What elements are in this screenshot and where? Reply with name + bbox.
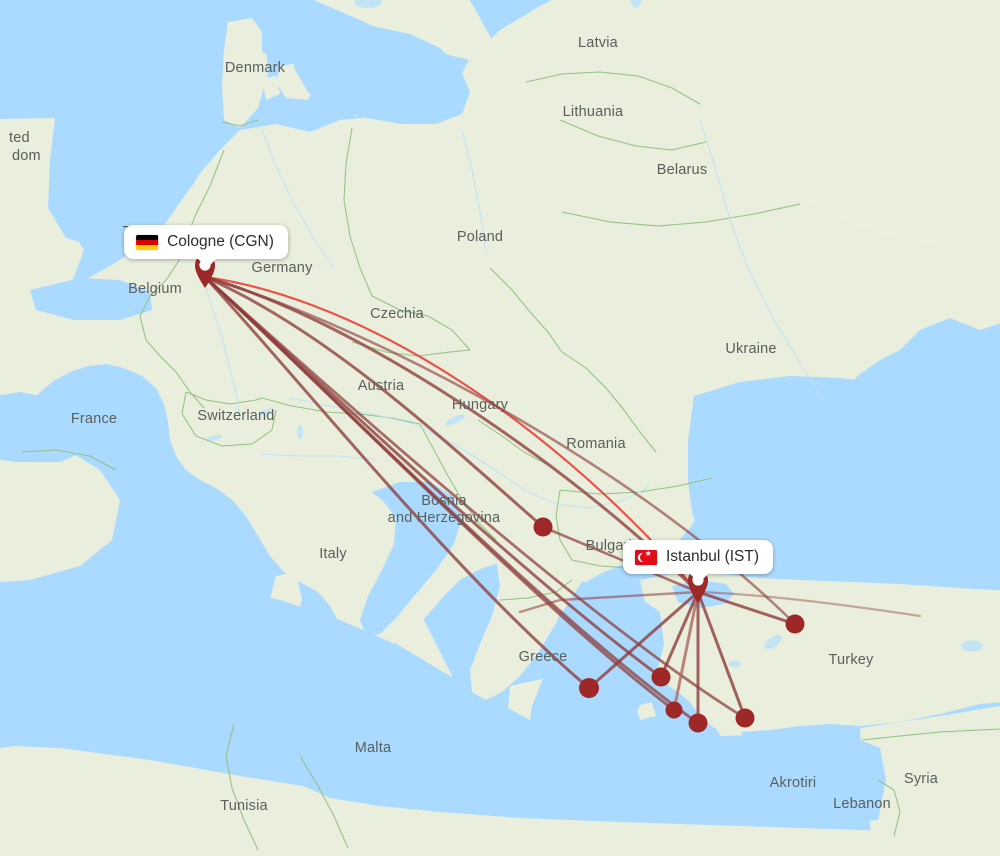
marker-waypoint-izmir <box>651 667 671 687</box>
airport-tooltip-istanbul[interactable]: Istanbul (IST) <box>622 540 774 583</box>
marker-waypoint-dalaman <box>735 708 755 728</box>
turkey-flag-icon <box>634 549 657 565</box>
flight-route-map[interactable]: Denmark Latvia Lithuania Belarus ted dom… <box>0 0 1000 856</box>
marker-waypoint-athens <box>579 678 599 698</box>
map-canvas <box>0 0 1000 856</box>
marker-waypoint-balkans <box>533 517 553 537</box>
lake-van <box>961 640 983 652</box>
germany-flag-icon <box>136 234 159 250</box>
airport-tooltip-cologne[interactable]: Cologne (CGN) <box>124 225 288 268</box>
marker-waypoint-bodrum <box>688 713 708 733</box>
lake-garda <box>297 425 303 439</box>
airport-label-istanbul: Istanbul (IST) <box>665 548 760 565</box>
marker-waypoint-ankara <box>785 614 805 634</box>
lake-beysehir <box>729 660 741 668</box>
airport-label-cologne: Cologne (CGN) <box>167 233 274 250</box>
marker-waypoint-bodrum-north <box>665 701 683 719</box>
